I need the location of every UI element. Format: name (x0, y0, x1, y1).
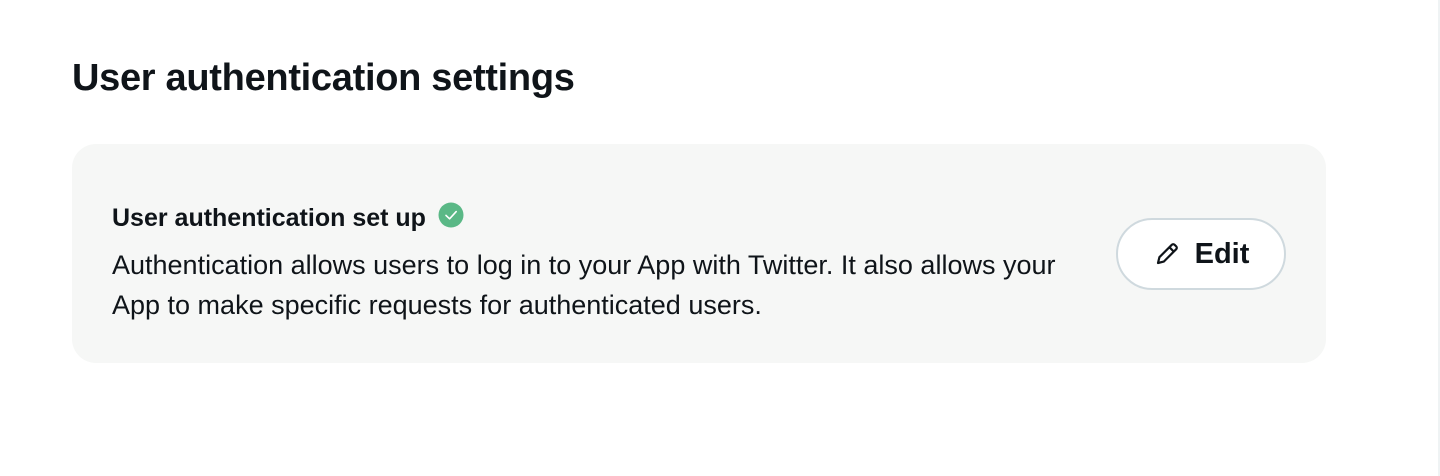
edit-button[interactable]: Edit (1116, 218, 1286, 290)
card-heading-label: User authentication set up (112, 204, 426, 232)
user-auth-card: User authentication set up Authenticatio… (72, 144, 1326, 363)
card-description: Authentication allows users to log in to… (112, 250, 1056, 320)
check-circle-icon (438, 202, 464, 228)
pencil-icon (1153, 240, 1181, 268)
page: User authentication settings User authen… (0, 0, 1440, 476)
section-title: User authentication settings (72, 57, 575, 99)
card-heading: User authentication set up (112, 202, 464, 234)
edit-button-label: Edit (1194, 238, 1250, 270)
